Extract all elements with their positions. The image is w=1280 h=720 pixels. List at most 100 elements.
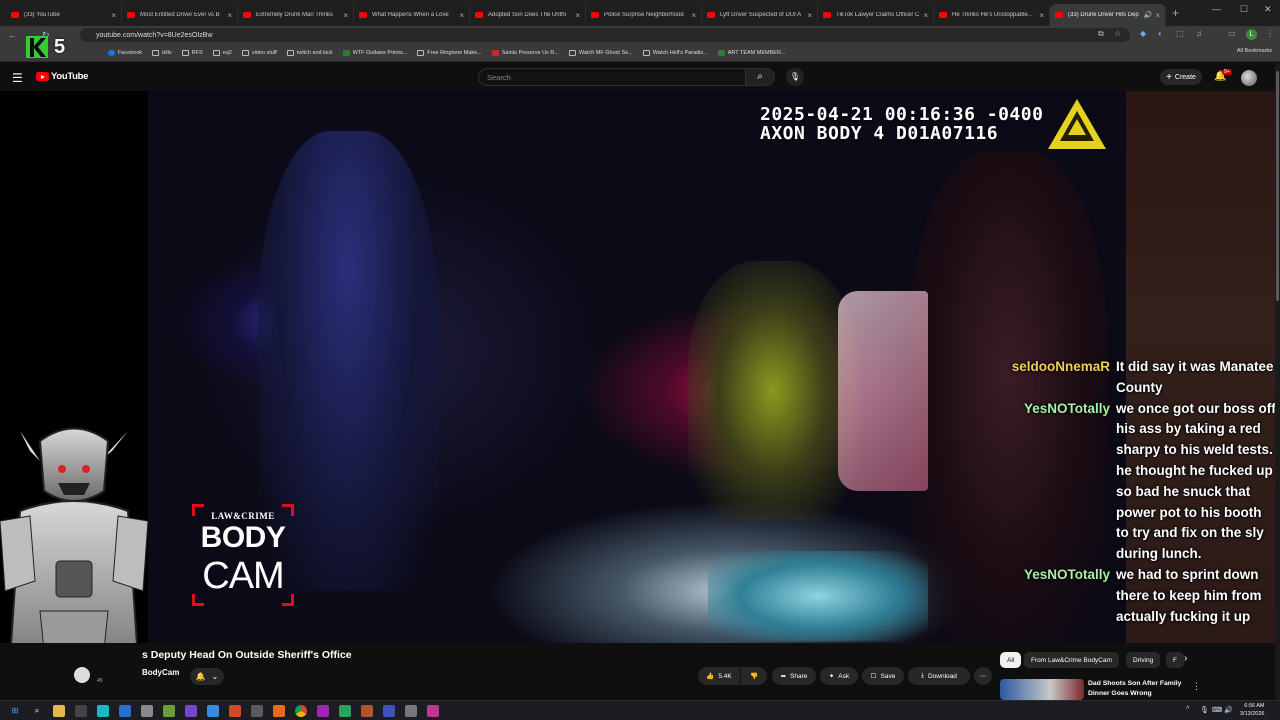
volume-icon[interactable]: 🔊 — [1224, 706, 1233, 714]
close-tab-icon[interactable]: × — [343, 11, 348, 20]
firefox-icon[interactable] — [273, 705, 285, 717]
bookmark-item[interactable]: eq2 — [212, 49, 232, 56]
bookmark-item[interactable]: RFS — [181, 49, 203, 56]
youtube-logo[interactable]: YouTube — [36, 71, 88, 82]
recommended-more-icon[interactable]: ⋮ — [1192, 681, 1201, 692]
filter-chip[interactable]: Driving — [1126, 652, 1161, 668]
app-icon[interactable] — [141, 705, 153, 717]
close-tab-icon[interactable]: × — [111, 11, 116, 20]
back-icon[interactable]: ← — [8, 30, 17, 40]
extension-icon[interactable]: ◐ — [1158, 29, 1163, 38]
bookmark-star-icon[interactable]: ☆ — [1114, 29, 1121, 38]
chevron-right-icon[interactable]: › — [1184, 653, 1187, 664]
browser-tab[interactable]: Extremely Drunk Man Thinks × — [238, 4, 354, 26]
app-icon[interactable] — [251, 705, 263, 717]
user-avatar[interactable] — [1241, 70, 1257, 86]
browser-tab[interactable]: He Thinks He's Unstoppable... × — [934, 4, 1050, 26]
app-icon[interactable] — [229, 705, 241, 717]
close-tab-icon[interactable]: × — [923, 11, 928, 20]
profile-avatar[interactable]: L — [1246, 29, 1257, 40]
maximize-icon[interactable]: ☐ — [1240, 4, 1248, 15]
search-button[interactable]: ⌕ — [745, 68, 775, 86]
bookmark-item[interactable]: video stuff — [241, 49, 277, 56]
app-icon[interactable] — [361, 705, 373, 717]
browser-tab[interactable]: What Happens When a Love × — [354, 4, 470, 26]
app-icon[interactable] — [383, 705, 395, 717]
extension-icon[interactable]: ◆ — [1140, 29, 1146, 38]
browser-tab[interactable]: (33) YouTube × — [6, 4, 122, 26]
recommended-title[interactable]: Dad Shoots Son After Family Dinner Goes … — [1088, 679, 1188, 699]
dislike-button[interactable]: 👎 — [741, 667, 767, 685]
bookmark-item[interactable]: Watch Hell's Paradis... — [642, 49, 708, 56]
chrome-icon[interactable] — [295, 705, 307, 717]
download-button[interactable]: ⤓ Download — [908, 667, 970, 685]
filter-chip[interactable]: All — [1000, 652, 1022, 668]
create-button[interactable]: + Create — [1160, 69, 1202, 85]
sidebar-icon[interactable]: ▭ — [1228, 29, 1236, 38]
extensions-puzzle-icon[interactable]: ⬚ — [1176, 29, 1184, 38]
browser-tab[interactable]: Adopted Son Does The Unthi × — [470, 4, 586, 26]
file-explorer-icon[interactable] — [53, 705, 65, 717]
app-icon[interactable] — [185, 705, 197, 717]
save-button[interactable]: ☐ Save — [862, 667, 904, 685]
menu-icon[interactable]: ☰ — [12, 71, 23, 85]
close-tab-icon[interactable]: × — [227, 11, 232, 20]
microphone-tray-icon[interactable]: 🎙 — [1200, 706, 1209, 714]
browser-tab[interactable]: TikTok Lawyer Claims Officer C × — [818, 4, 934, 26]
browser-tab[interactable]: Police Surprise Neighborhood × — [586, 4, 702, 26]
page-scrollbar[interactable] — [1275, 63, 1280, 700]
bookmark-item[interactable]: Watch MF Ghost Se... — [568, 49, 633, 56]
minimize-icon[interactable]: — — [1212, 4, 1221, 14]
app-icon[interactable] — [427, 705, 439, 717]
video-frame[interactable] — [148, 91, 1126, 643]
bookmark-item[interactable]: bills — [152, 49, 172, 56]
more-actions-button[interactable]: ⋯ — [974, 667, 992, 685]
tray-chevron-icon[interactable]: ^ — [1186, 706, 1189, 713]
close-tab-icon[interactable]: × — [459, 11, 464, 20]
browser-tab[interactable]: Lyft Driver Suspected of DUI A × — [702, 4, 818, 26]
media-control-icon[interactable]: ♫ — [1196, 29, 1202, 38]
settings-gear-icon[interactable] — [405, 705, 417, 717]
search-input[interactable]: Search — [478, 68, 746, 86]
channel-avatar[interactable] — [74, 667, 90, 683]
app-icon[interactable] — [339, 705, 351, 717]
scrollbar-thumb[interactable] — [1276, 71, 1279, 301]
windows-start-icon[interactable]: ⊞ — [9, 705, 21, 717]
app-icon[interactable] — [97, 705, 109, 717]
filter-chip[interactable]: F — [1166, 652, 1184, 668]
close-window-icon[interactable]: ✕ — [1264, 4, 1272, 15]
voice-search-button[interactable]: 🎙 — [786, 68, 804, 86]
network-icon[interactable]: ⌨ — [1212, 706, 1222, 714]
browser-tab[interactable]: (33) Drunk Driver Hits Dep 🔊 × — [1050, 4, 1166, 26]
close-tab-icon[interactable]: × — [1155, 11, 1160, 20]
app-icon[interactable] — [207, 705, 219, 717]
bookmark-item[interactable]: Free Ringtone Make... — [417, 49, 482, 56]
bookmark-item[interactable]: ART TEAM MEMBER... — [717, 49, 786, 56]
url-input[interactable]: youtube.com/watch?v=8Ue2esOIzBw — [80, 28, 1130, 42]
all-bookmarks-button[interactable]: All Bookmarks — [1237, 48, 1272, 54]
app-icon[interactable] — [163, 705, 175, 717]
search-icon[interactable]: ⌕ — [31, 705, 43, 717]
bookmark-item[interactable]: twitch and kick — [286, 49, 333, 56]
audio-playing-icon[interactable]: 🔊 — [1144, 11, 1153, 19]
recommended-thumbnail[interactable] — [1000, 679, 1084, 700]
share-button[interactable]: ➦ Share — [772, 667, 816, 685]
filter-chip[interactable]: From Law&Crime BodyCam — [1024, 652, 1119, 668]
new-tab-icon[interactable]: + — [1172, 6, 1179, 20]
ask-button[interactable]: ✦ Ask — [820, 667, 858, 685]
system-clock[interactable]: 6:56 AM 3/13/2026 — [1240, 703, 1264, 718]
channel-name[interactable]: BodyCam — [142, 668, 179, 677]
browser-tab[interactable]: Most Entitled Driver Ever vs B × — [122, 4, 238, 26]
bookmark-item[interactable]: Saints Preserve Us R... — [491, 49, 559, 56]
close-tab-icon[interactable]: × — [691, 11, 696, 20]
bookmark-item[interactable]: WTF Outlaws Points... — [342, 49, 407, 56]
bookmark-item[interactable]: Facebook — [108, 49, 142, 56]
video-player[interactable]: 2025-04-21 00:16:36 -0400 AXON BODY 4 D0… — [0, 91, 1275, 643]
app-icon[interactable] — [119, 705, 131, 717]
menu-dots-icon[interactable]: ⋮ — [1266, 29, 1274, 38]
app-icon[interactable] — [317, 705, 329, 717]
close-tab-icon[interactable]: × — [807, 11, 812, 20]
task-view-icon[interactable] — [75, 705, 87, 717]
subscribed-button[interactable]: 🔔 ⌄ — [190, 668, 224, 685]
close-tab-icon[interactable]: × — [1039, 11, 1044, 20]
